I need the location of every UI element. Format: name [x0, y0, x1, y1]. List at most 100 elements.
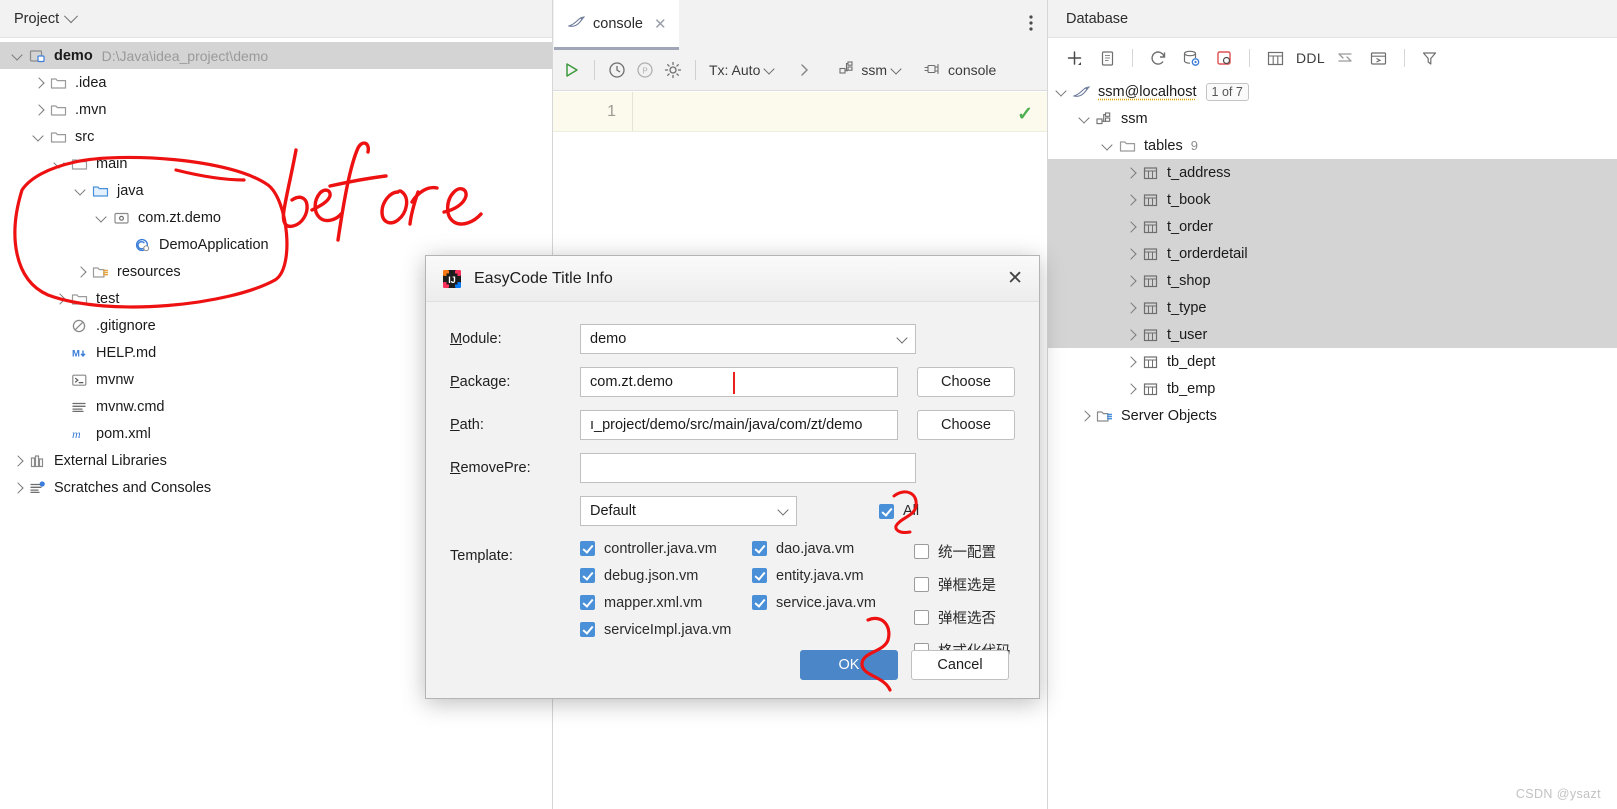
- option-checkbox[interactable]: [914, 577, 929, 592]
- jump-to-icon[interactable]: [1334, 46, 1358, 70]
- project-tree-row[interactable]: DemoApplication: [0, 231, 552, 258]
- project-tree-row[interactable]: demo D:\Java\idea_project\demo: [0, 42, 552, 69]
- database-tree-row[interactable]: ssm@localhost 1 of 7: [1048, 78, 1617, 105]
- p-circle-icon[interactable]: P: [636, 61, 654, 79]
- path-input[interactable]: ı_project/demo/src/main/java/com/zt/demo: [580, 410, 898, 440]
- path-choose-button[interactable]: Choose: [917, 410, 1015, 440]
- close-icon[interactable]: ✕: [1001, 269, 1029, 288]
- chevron-right-icon[interactable]: [10, 480, 26, 496]
- chevron-down-icon[interactable]: [52, 156, 68, 172]
- database-tree-row[interactable]: ssm: [1048, 105, 1617, 132]
- option-checkbox[interactable]: [914, 544, 929, 559]
- option-checkbox-row[interactable]: 统一配置: [914, 535, 1011, 568]
- run-play-icon[interactable]: [563, 61, 581, 79]
- database-tree-row[interactable]: tb_emp: [1048, 375, 1617, 402]
- close-icon[interactable]: ✕: [654, 15, 667, 33]
- database-tree-row[interactable]: t_order: [1048, 213, 1617, 240]
- database-tree-row[interactable]: t_shop: [1048, 267, 1617, 294]
- project-tree-row[interactable]: .idea: [0, 69, 552, 96]
- chevron-right-icon[interactable]: [52, 291, 68, 307]
- chevron-right-icon[interactable]: [10, 453, 26, 469]
- package-input[interactable]: com.zt.demo: [580, 367, 898, 397]
- database-tree-row[interactable]: tables 9: [1048, 132, 1617, 159]
- template-checkbox-row[interactable]: service.java.vm: [752, 589, 924, 616]
- chevron-right-icon[interactable]: [1123, 273, 1139, 289]
- database-settings-icon[interactable]: [1179, 46, 1203, 70]
- table-grid-icon[interactable]: [1263, 46, 1287, 70]
- chevron-down-icon[interactable]: [94, 210, 110, 226]
- template-checkbox-row[interactable]: dao.java.vm: [752, 535, 924, 562]
- module-select[interactable]: demo: [580, 324, 916, 354]
- project-tree-row[interactable]: java: [0, 177, 552, 204]
- ok-button[interactable]: OK: [800, 650, 898, 680]
- clock-history-icon[interactable]: [608, 61, 626, 79]
- project-panel-header[interactable]: Project: [0, 0, 552, 38]
- template-checkbox-row[interactable]: controller.java.vm: [580, 535, 752, 562]
- chevron-right-icon[interactable]: [1077, 408, 1093, 424]
- ddl-label[interactable]: DDL: [1296, 50, 1325, 66]
- cancel-button[interactable]: Cancel: [911, 650, 1009, 680]
- schema-selector[interactable]: ssm: [839, 61, 902, 79]
- open-console-icon[interactable]: [1367, 46, 1391, 70]
- copy-icon[interactable]: [1095, 46, 1119, 70]
- project-tree-row[interactable]: .mvn: [0, 96, 552, 123]
- template-checkbox[interactable]: [752, 541, 767, 556]
- project-tree-row[interactable]: com.zt.demo: [0, 204, 552, 231]
- template-checkbox[interactable]: [580, 541, 595, 556]
- template-preset-select[interactable]: Default: [580, 496, 797, 526]
- chevron-right-icon[interactable]: [1123, 327, 1139, 343]
- project-tree-row[interactable]: src: [0, 123, 552, 150]
- new-query-console-icon[interactable]: [1212, 46, 1236, 70]
- database-tree-row[interactable]: t_book: [1048, 186, 1617, 213]
- chevron-down-icon[interactable]: [64, 8, 79, 23]
- chevron-down-icon[interactable]: [1100, 138, 1116, 154]
- template-checkbox-row[interactable]: debug.json.vm: [580, 562, 752, 589]
- add-plus-icon[interactable]: [1062, 46, 1086, 70]
- chevron-right-icon[interactable]: [1123, 219, 1139, 235]
- chevron-down-icon[interactable]: [1054, 84, 1070, 100]
- chevron-right-icon[interactable]: [1123, 246, 1139, 262]
- all-checkbox[interactable]: [879, 503, 894, 519]
- gear-icon[interactable]: [664, 61, 682, 79]
- template-checkbox-row[interactable]: entity.java.vm: [752, 562, 924, 589]
- template-checkbox[interactable]: [580, 568, 595, 583]
- package-choose-button[interactable]: Choose: [917, 367, 1015, 397]
- option-checkbox-row[interactable]: 弹框选是: [914, 568, 1011, 601]
- refresh-sync-icon[interactable]: [1146, 46, 1170, 70]
- template-checkbox[interactable]: [752, 568, 767, 583]
- code-area[interactable]: ✓: [633, 92, 1047, 131]
- database-tree-row[interactable]: t_address: [1048, 159, 1617, 186]
- all-checkbox-row[interactable]: All: [879, 498, 919, 525]
- editor-line-1[interactable]: 1 ✓: [553, 92, 1047, 132]
- chevron-right-icon[interactable]: [1123, 165, 1139, 181]
- template-checkbox[interactable]: [752, 595, 767, 610]
- chevron-right-icon[interactable]: [1123, 354, 1139, 370]
- removepre-input[interactable]: [580, 453, 916, 483]
- database-tree-row[interactable]: Server Objects: [1048, 402, 1617, 429]
- database-tree-row[interactable]: t_user: [1048, 321, 1617, 348]
- session-selector[interactable]: console: [924, 62, 996, 79]
- tab-console[interactable]: console ✕: [554, 0, 679, 50]
- option-checkbox-row[interactable]: 弹框选否: [914, 601, 1011, 634]
- chevron-down-icon[interactable]: [73, 183, 89, 199]
- chevron-down-icon[interactable]: [10, 48, 26, 64]
- template-checkbox-row[interactable]: mapper.xml.vm: [580, 589, 752, 616]
- project-tree-row[interactable]: main: [0, 150, 552, 177]
- database-tree-row[interactable]: t_orderdetail: [1048, 240, 1617, 267]
- chevron-right-icon[interactable]: [1123, 300, 1139, 316]
- chevron-right-icon[interactable]: [1123, 192, 1139, 208]
- chevron-right-icon[interactable]: [31, 102, 47, 118]
- chevron-down-icon[interactable]: [31, 129, 47, 145]
- filter-funnel-icon[interactable]: [1418, 46, 1442, 70]
- database-tree-row[interactable]: tb_dept: [1048, 348, 1617, 375]
- chevron-down-icon[interactable]: [1077, 111, 1093, 127]
- template-checkbox[interactable]: [580, 595, 595, 610]
- chevron-right-icon[interactable]: [73, 264, 89, 280]
- more-options-icon[interactable]: [1029, 14, 1033, 37]
- chevron-right-icon[interactable]: [1123, 381, 1139, 397]
- option-checkbox[interactable]: [914, 610, 929, 625]
- chevron-right-icon[interactable]: [31, 75, 47, 91]
- tx-mode-selector[interactable]: Tx: Auto: [709, 62, 776, 78]
- database-tree-row[interactable]: t_type: [1048, 294, 1617, 321]
- chevron-right-icon[interactable]: [797, 63, 811, 77]
